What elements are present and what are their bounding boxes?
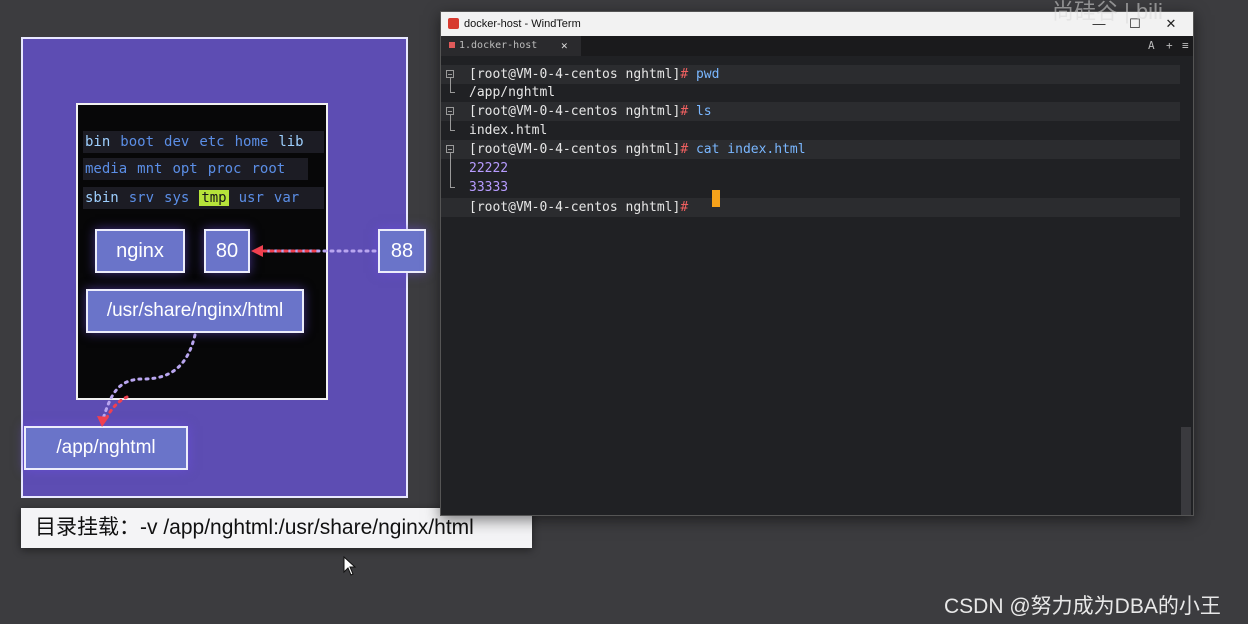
mount-diagram: bin boot dev etc home lib media mnt opt proc root…	[21, 37, 426, 498]
vertical-scrollbar[interactable]	[1181, 427, 1191, 515]
new-tab-button[interactable]: +	[1166, 36, 1173, 56]
prompt-symbol: #	[680, 67, 689, 82]
session-icon	[449, 42, 455, 48]
window-title: docker-host - WindTerm	[464, 18, 581, 30]
fold-toggle-icon[interactable]	[446, 107, 454, 115]
tab-close-icon[interactable]: ✕	[561, 36, 568, 56]
output-text: index.html	[469, 123, 548, 138]
volume-mapping-arrow	[101, 333, 197, 421]
prompt: [root@VM-0-4-centos nghtml]	[469, 67, 681, 82]
channel-logo: 尚硅谷 | bili	[1052, 0, 1163, 24]
tab-bar: 1.docker-host ✕ A + ≡	[441, 36, 1193, 56]
prompt-line: [root@VM-0-4-centos nghtml]# pwd	[469, 65, 719, 84]
volume-arrow-head	[97, 416, 109, 427]
output-line: 33333	[469, 178, 508, 197]
output-line: index.html	[469, 121, 547, 140]
terminal-cursor	[712, 190, 720, 207]
fold-toggle-icon[interactable]	[446, 70, 454, 78]
prompt: [root@VM-0-4-centos nghtml]	[469, 142, 681, 157]
prompt-line: [root@VM-0-4-centos nghtml]# ls	[469, 102, 712, 121]
fold-toggle-icon[interactable]	[446, 145, 454, 153]
mouse-cursor-icon	[343, 556, 357, 576]
font-button[interactable]: A	[1148, 36, 1155, 56]
output-line: /app/nghtml	[469, 83, 555, 102]
output-text: 22222	[469, 161, 509, 176]
volume-mapping-arrow-red	[104, 395, 129, 421]
fold-guide	[450, 78, 455, 93]
output-line: 22222	[469, 159, 508, 178]
prompt-symbol: #	[680, 142, 689, 157]
prompt-symbol: #	[680, 200, 689, 215]
output-text: 33333	[469, 180, 509, 195]
command-text	[688, 200, 696, 215]
diagram-arrows	[97, 245, 377, 427]
command-text: pwd	[688, 67, 720, 82]
terminal-output[interactable]: [root@VM-0-4-centos nghtml]# pwd/app/ngh…	[441, 56, 1193, 515]
prompt-line: [root@VM-0-4-centos nghtml]#	[469, 198, 696, 217]
port-arrow-head	[251, 245, 263, 257]
tab-menu-button[interactable]: ≡	[1182, 36, 1189, 56]
fold-guide	[450, 153, 455, 188]
prompt-symbol: #	[680, 104, 689, 119]
windterm-app-icon	[448, 18, 459, 29]
command-text: ls	[688, 104, 712, 119]
command-text: cat index.html	[688, 142, 806, 157]
windterm-window: docker-host - WindTerm — ☐ ✕ 1.docker-ho…	[440, 11, 1194, 516]
fold-guide	[450, 115, 455, 131]
tab-docker-host[interactable]: 1.docker-host ✕	[441, 36, 581, 56]
prompt: [root@VM-0-4-centos nghtml]	[469, 200, 681, 215]
output-text: /app/nghtml	[469, 85, 556, 100]
tab-label: 1.docker-host	[459, 40, 538, 51]
prompt: [root@VM-0-4-centos nghtml]	[469, 104, 681, 119]
csdn-watermark: CSDN @努力成为DBA的小王	[944, 595, 1221, 618]
prompt-line: [root@VM-0-4-centos nghtml]# cat index.h…	[469, 140, 806, 159]
